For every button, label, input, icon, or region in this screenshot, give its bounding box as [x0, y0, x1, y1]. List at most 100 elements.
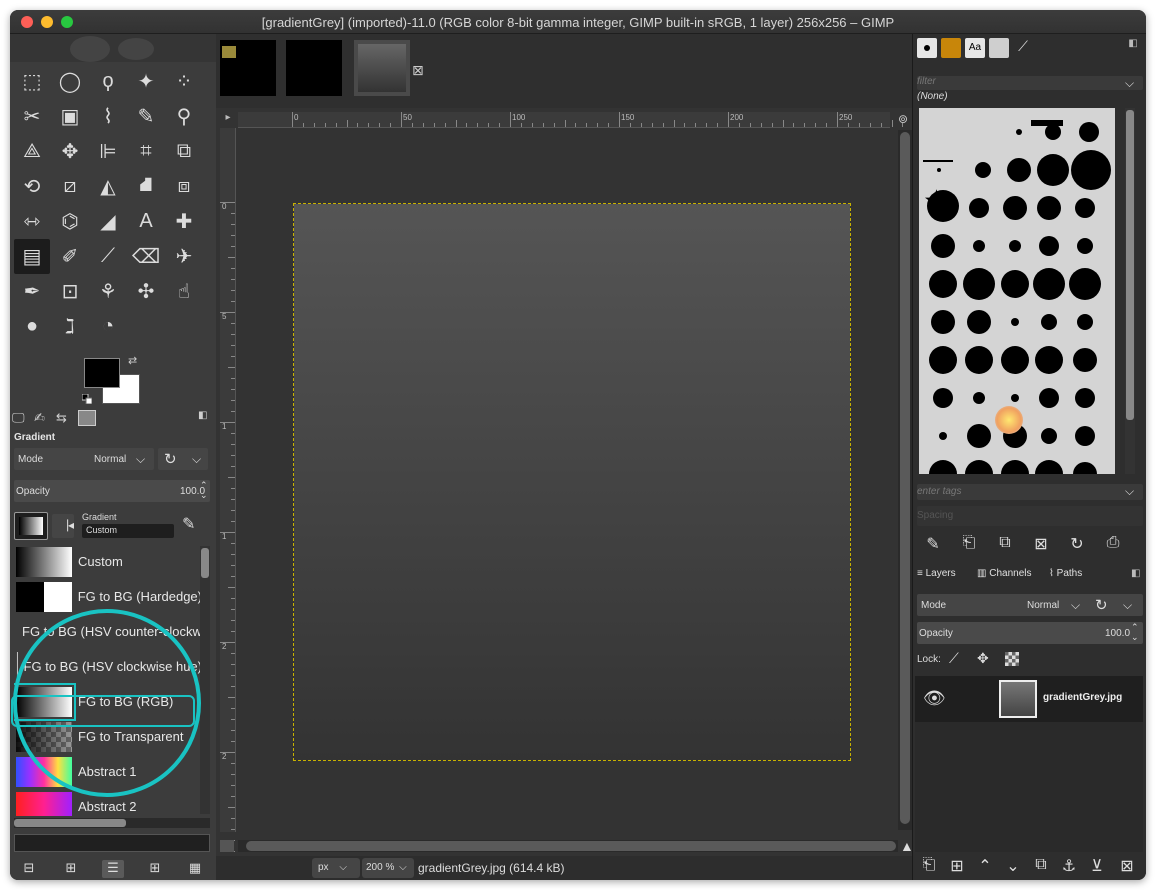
brush-preview[interactable]	[929, 270, 957, 298]
zoom-selector[interactable]: 200 % ⌵	[362, 858, 414, 878]
brush-preview[interactable]	[965, 346, 993, 374]
tool-options-tab-icon[interactable]: 🖵	[12, 410, 25, 426]
brush-preview[interactable]	[969, 198, 989, 218]
quick-mask-button[interactable]	[220, 840, 234, 852]
brush-preview[interactable]	[1035, 460, 1063, 474]
brush-preview[interactable]	[973, 392, 985, 404]
smudge-icon[interactable]: ☝	[166, 274, 202, 309]
brush-preview[interactable]	[1039, 236, 1059, 256]
unified-transform-icon[interactable]: ⧉	[166, 134, 202, 169]
blur-sharpen-icon[interactable]: ●	[14, 309, 50, 344]
brush-preview[interactable]	[1041, 314, 1057, 330]
image-tab-thumbnail[interactable]	[220, 40, 276, 96]
brush-preview[interactable]	[1079, 122, 1099, 142]
paths-icon[interactable]: ⌇	[90, 99, 126, 134]
brush-preview[interactable]	[967, 424, 991, 448]
brush-preview[interactable]	[965, 460, 993, 474]
foreground-select-icon[interactable]: ▣	[52, 99, 88, 134]
airbrush-icon[interactable]: ✈	[166, 239, 202, 274]
gradient-list-item[interactable]: Custom	[14, 544, 202, 579]
brush-preview[interactable]	[1003, 196, 1027, 220]
shear-icon[interactable]: ⧄	[52, 169, 88, 204]
mypaint-brush-icon[interactable]: ⊡	[52, 274, 88, 309]
gradient-name-field[interactable]: Custom	[82, 524, 174, 538]
brush-preview[interactable]	[1009, 240, 1021, 252]
gradient-preview-button[interactable]	[14, 512, 48, 540]
brush-preview[interactable]	[1069, 268, 1101, 300]
new-layer-icon[interactable]: ⎗	[917, 856, 941, 878]
smudge2-icon[interactable]: ◔	[90, 309, 126, 344]
brush-preview[interactable]	[1016, 129, 1022, 135]
select-by-color-icon[interactable]: ⁘	[166, 64, 202, 99]
grid-view-icon[interactable]: ⊞	[144, 860, 166, 878]
vertical-scrollbar[interactable]	[898, 130, 912, 830]
scissors-icon[interactable]: ✂	[14, 99, 50, 134]
glow-brush-preview[interactable]	[995, 406, 1023, 434]
measure-icon[interactable]: ⟁	[14, 134, 50, 169]
brush-preview[interactable]	[1075, 388, 1095, 408]
brush-preview[interactable]	[931, 234, 955, 258]
brush-preview[interactable]	[937, 168, 941, 172]
raise-layer-icon[interactable]: ⌃	[973, 856, 997, 878]
brush-preview[interactable]	[963, 268, 995, 300]
free-select-icon[interactable]: ϙ	[90, 64, 126, 99]
brush-preview[interactable]	[1001, 270, 1029, 298]
lock-pixels-icon[interactable]: ⟋	[949, 650, 959, 667]
brush-scroll-thumb[interactable]	[1126, 110, 1134, 420]
ellipse-select-icon[interactable]: ◯	[52, 64, 88, 99]
brush-preview[interactable]	[1077, 238, 1093, 254]
brush-preview[interactable]	[1007, 158, 1031, 182]
brush-preview[interactable]	[1041, 428, 1057, 444]
zoom-icon[interactable]: ⚲	[166, 99, 202, 134]
spin-arrows-icon[interactable]: ⌃ ⌄	[1131, 622, 1139, 642]
zoom-on-resize-icon[interactable]: ⊚	[898, 112, 912, 126]
heal-icon[interactable]: ✚	[166, 204, 202, 239]
brush-preview[interactable]	[1011, 318, 1019, 326]
brush-as-image-icon[interactable]: ⎙	[1101, 534, 1125, 556]
new-layer-group-icon[interactable]: ⊞	[945, 856, 969, 878]
image-layer-gradient[interactable]	[293, 203, 851, 761]
lock-alpha-icon[interactable]	[1005, 652, 1019, 666]
layer-opacity-slider[interactable]: Opacity 100.0 ⌃ ⌄	[917, 622, 1143, 644]
list-view-icon[interactable]: ☰	[102, 860, 124, 878]
reset-icon[interactable]: ↻	[1095, 596, 1108, 614]
quick-mask-toggle-icon[interactable]: ▸	[220, 112, 236, 128]
brush-preview[interactable]	[933, 388, 953, 408]
brush-preview[interactable]	[1075, 198, 1095, 218]
fonts-tab-icon[interactable]: Aa	[965, 38, 985, 58]
gradient-list-scrollbar[interactable]	[200, 546, 210, 814]
spin-arrows-icon[interactable]: ⌃ ⌄	[200, 480, 208, 500]
delete-brush-icon[interactable]: ⊠	[1029, 534, 1053, 556]
device-status-tab-icon[interactable]: ✍	[34, 410, 45, 426]
text-icon[interactable]: A	[128, 204, 164, 239]
vertical-ruler[interactable]: 0 5 1 1 2 2	[220, 128, 236, 852]
clone-icon[interactable]: ⚘	[90, 274, 126, 309]
rotate-icon[interactable]: ⟲	[14, 169, 50, 204]
brush-preview[interactable]	[1073, 348, 1097, 372]
lock-position-icon[interactable]: ✥	[977, 650, 989, 667]
tab-layers[interactable]: ≡ Layers	[917, 568, 956, 579]
configure-tab-icon[interactable]: ◧	[1131, 568, 1140, 579]
expand-icon[interactable]: ⊞	[60, 860, 82, 878]
gradient-list-item[interactable]: Abstract 2	[14, 789, 202, 816]
unit-selector[interactable]: px ⌵	[312, 858, 360, 878]
brush-preview[interactable]	[973, 240, 985, 252]
brush-preview[interactable]	[1001, 460, 1029, 474]
align-icon[interactable]: ⊫	[90, 134, 126, 169]
reverse-gradient-icon[interactable]: ⎹◂	[52, 514, 74, 538]
eraser-icon[interactable]: ⌫	[128, 239, 164, 274]
mode-row[interactable]: Mode Normal ⌵	[14, 448, 154, 470]
brush-preview[interactable]	[1071, 150, 1111, 190]
brush-preview[interactable]	[1035, 346, 1063, 374]
layer-row[interactable]: 👁 gradientGrey.jpg	[915, 676, 1143, 722]
brush-preview[interactable]	[1045, 124, 1061, 140]
configure-tab-icon[interactable]: ◧	[198, 410, 207, 421]
brush-preview[interactable]	[929, 460, 957, 474]
line-brush-preview[interactable]	[923, 160, 953, 162]
bar-brush-preview[interactable]	[1031, 120, 1063, 126]
fuzzy-select-icon[interactable]: ✦	[128, 64, 164, 99]
brush-preview[interactable]	[1073, 462, 1097, 474]
pencil-icon[interactable]: ✐	[52, 239, 88, 274]
brush-preview[interactable]	[1037, 196, 1061, 220]
dodge-burn-icon[interactable]: ℷ	[52, 309, 88, 344]
